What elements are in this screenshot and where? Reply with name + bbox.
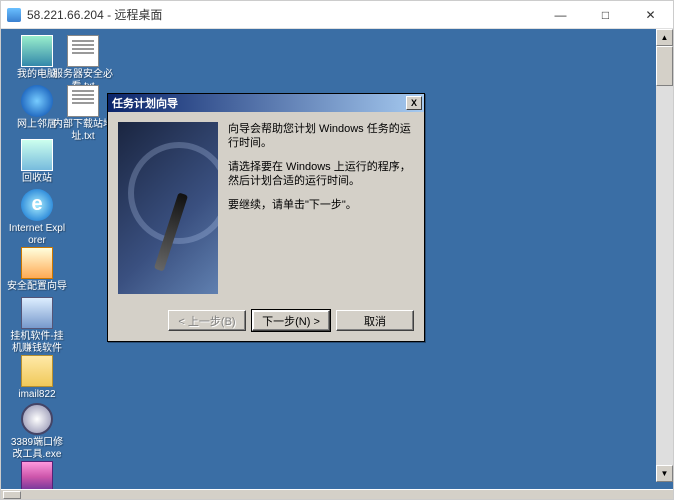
desktop-icon-label: 3389端口修改工具.exe <box>7 437 67 461</box>
remote-desktop[interactable]: 我的电脑服务器安全必看.txt网上邻居内部下载站地址.txt回收站Interne… <box>1 29 673 499</box>
recycle-icon <box>21 139 53 171</box>
vertical-scrollbar[interactable]: ▲ ▼ <box>656 29 673 482</box>
desktop-icon[interactable]: 3389端口修改工具.exe <box>7 403 67 461</box>
next-button[interactable]: 下一步(N) > <box>252 310 330 331</box>
wizard-text: 向导会帮助您计划 Windows 任务的运行时间。 请选择要在 Windows … <box>228 122 414 294</box>
scroll-up-button[interactable]: ▲ <box>656 29 673 46</box>
wizard-image <box>118 122 218 294</box>
txt-icon <box>67 35 99 67</box>
start-button[interactable] <box>3 491 21 499</box>
desktop-icon[interactable]: 挂机软件-挂机赚钱软件 <box>7 297 67 355</box>
txt-icon <box>67 85 99 117</box>
desktop-icon-label: Internet Explorer <box>7 223 67 247</box>
desktop-icon[interactable]: 安全配置向导 <box>7 247 67 293</box>
computer-icon <box>21 35 53 67</box>
maximize-button[interactable]: □ <box>583 1 628 28</box>
rdp-icon <box>7 8 21 22</box>
dialog-body: 向导会帮助您计划 Windows 任务的运行时间。 请选择要在 Windows … <box>108 112 424 304</box>
minimize-button[interactable]: — <box>538 1 583 28</box>
close-button[interactable]: ✕ <box>628 1 673 28</box>
cancel-button[interactable]: 取消 <box>336 310 414 331</box>
wizard-text-line: 要继续，请单击"下一步"。 <box>228 198 414 212</box>
task-scheduler-wizard-dialog: 任务计划向导 X 向导会帮助您计划 Windows 任务的运行时间。 请选择要在… <box>107 93 425 342</box>
desktop-icon-label: 回收站 <box>7 173 67 185</box>
desktop-icon[interactable]: 回收站 <box>7 139 67 185</box>
rdp-window: 58.221.66.204 - 远程桌面 — □ ✕ 我的电脑服务器安全必看.t… <box>0 0 674 500</box>
back-button: < 上一步(B) <box>168 310 246 331</box>
sec-icon <box>21 247 53 279</box>
wizard-text-line: 请选择要在 Windows 上运行的程序，然后计划合适的运行时间。 <box>228 160 414 188</box>
desktop-icon[interactable]: imail822 <box>7 355 67 401</box>
scroll-down-button[interactable]: ▼ <box>656 465 673 482</box>
fold-icon <box>21 355 53 387</box>
scroll-thumb[interactable] <box>656 46 673 86</box>
dialog-titlebar[interactable]: 任务计划向导 X <box>108 94 424 112</box>
desktop-icon-label: 安全配置向导 <box>7 281 67 293</box>
wizard-text-line: 向导会帮助您计划 Windows 任务的运行时间。 <box>228 122 414 150</box>
dialog-close-button[interactable]: X <box>406 96 422 110</box>
app-icon <box>21 297 53 329</box>
desktop-icon-label: 挂机软件-挂机赚钱软件 <box>7 331 67 355</box>
cog-icon <box>21 403 53 435</box>
dialog-buttons: < 上一步(B) 下一步(N) > 取消 <box>108 304 424 341</box>
window-title: 58.221.66.204 - 远程桌面 <box>27 6 162 23</box>
desktop-icon-label: imail822 <box>7 389 67 401</box>
desktop-icon[interactable]: 内部下载站地址.txt <box>53 85 113 143</box>
desktop-icon[interactable]: Internet Explorer <box>7 189 67 247</box>
ie-icon <box>21 189 53 221</box>
titlebar[interactable]: 58.221.66.204 - 远程桌面 — □ ✕ <box>1 1 673 29</box>
taskbar[interactable] <box>1 489 673 499</box>
net-icon <box>21 85 53 117</box>
dialog-title: 任务计划向导 <box>112 95 178 111</box>
